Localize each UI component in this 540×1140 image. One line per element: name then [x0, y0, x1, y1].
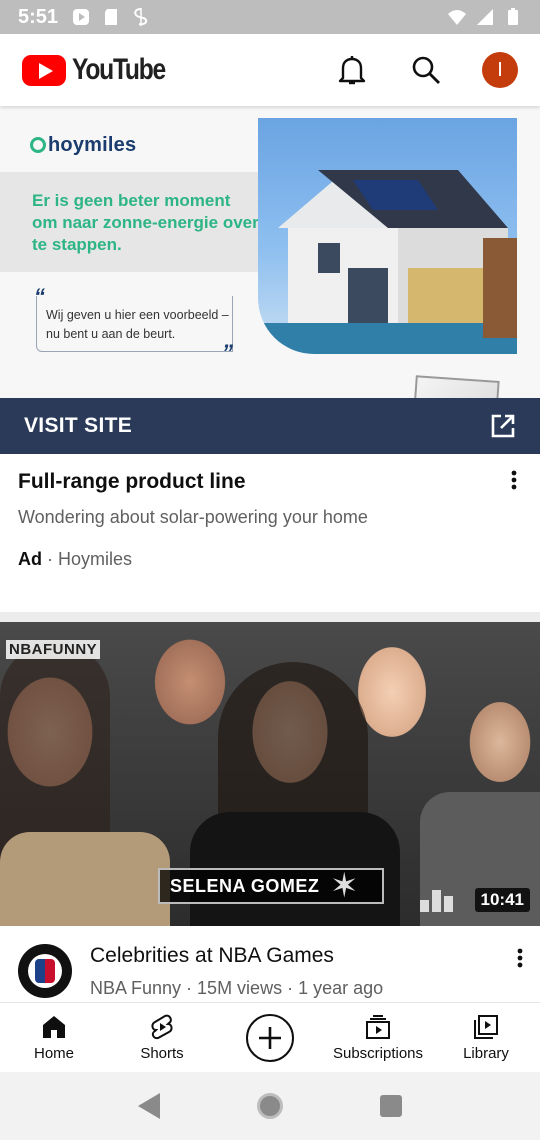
ad-meta: Ad · Hoymiles: [18, 549, 132, 570]
nav-shorts[interactable]: Shorts: [108, 1003, 216, 1072]
sd-card-icon: [105, 9, 118, 25]
nav-subscriptions[interactable]: Subscriptions: [324, 1003, 432, 1072]
nav-library[interactable]: Library: [432, 1003, 540, 1072]
more-vert-icon: [511, 470, 517, 490]
screen: 5:51 YouTube I hoymiles Er is geen beter…: [0, 0, 540, 1140]
stats-icon: [420, 884, 454, 912]
status-time: 5:51: [18, 5, 59, 28]
ad-info[interactable]: Full-range product line Wondering about …: [0, 454, 540, 614]
nav-home[interactable]: Home: [0, 1003, 108, 1072]
home-button-icon[interactable]: [256, 1093, 283, 1119]
play-store-icon: [73, 9, 90, 25]
battery-icon: [508, 8, 518, 25]
nav-subscriptions-label: Subscriptions: [332, 1045, 424, 1062]
system-nav-bar: [0, 1072, 540, 1140]
nav-library-label: Library: [463, 1045, 509, 1062]
ad-brand-logo: hoymiles: [30, 134, 136, 157]
nav-create[interactable]: [216, 1003, 324, 1072]
back-icon[interactable]: [138, 1093, 161, 1119]
plus-icon: [259, 1026, 281, 1049]
spurs-star-icon: ✶: [330, 867, 359, 905]
wifi-icon: [448, 10, 466, 25]
ad-title: Full-range product line: [18, 470, 246, 493]
video-meta: NBA Funny · 15M views · 1 year ago: [90, 978, 384, 998]
ad-brand-text: hoymiles: [48, 134, 137, 156]
search-icon: [412, 56, 440, 84]
notification-icons: [72, 8, 150, 26]
video-more-button[interactable]: [508, 946, 532, 970]
nba-logo-icon: [28, 954, 62, 988]
ad-meta-separator: ·: [42, 549, 58, 569]
ad-more-button[interactable]: [502, 468, 526, 492]
feed-divider: [0, 612, 540, 622]
recents-icon[interactable]: [379, 1095, 402, 1117]
ad-badge: Ad: [18, 549, 42, 569]
channel-watermark: NBAFUNNY: [6, 640, 101, 659]
nav-home-label: Home: [33, 1045, 74, 1062]
youtube-logo[interactable]: YouTube: [22, 53, 185, 87]
video-duration: 10:41: [474, 888, 530, 912]
ad-advertiser: Hoymiles: [58, 549, 133, 569]
home-icon: [43, 1016, 65, 1038]
system-status-icons: [448, 8, 522, 26]
youtube-play-icon: [22, 54, 66, 86]
house-illustration: [258, 170, 517, 354]
ad-quote: Wij geven u hier een voorbeeld – nu bent…: [46, 308, 229, 341]
ad-description: Wondering about solar-powering your home: [18, 507, 368, 527]
bottom-nav: Home Shorts Subscriptions Library: [0, 1002, 540, 1072]
header-actions: I: [334, 52, 518, 88]
app-header: YouTube I: [0, 34, 540, 106]
video-info[interactable]: Celebrities at NBA Games NBA Funny · 15M…: [0, 926, 540, 1002]
ad-banner-image[interactable]: hoymiles Er is geen beter moment om naar…: [0, 106, 540, 398]
youtube-logo-text: YouTube: [72, 53, 166, 86]
channel-avatar[interactable]: [18, 944, 72, 998]
library-icon: [474, 1015, 498, 1039]
account-avatar[interactable]: I: [482, 52, 518, 88]
notifications-button[interactable]: [334, 52, 370, 88]
visit-site-label: VISIT SITE: [24, 414, 133, 437]
ad-headline: Er is geen beter moment om naar zonne-en…: [32, 191, 259, 254]
hoymiles-logo-icon: [30, 137, 46, 153]
more-vert-icon: [517, 948, 523, 968]
create-button[interactable]: [246, 1013, 294, 1062]
shorts-icon: [151, 1014, 173, 1040]
house-solar-image: [258, 118, 517, 354]
thumbnail-figure-coat: [0, 832, 170, 926]
close-quote-icon: ”: [222, 340, 233, 365]
video-thumbnail[interactable]: NBAFUNNY SELENA GOMEZ ✶ 10:41: [0, 622, 540, 926]
visit-site-button[interactable]: VISIT SITE: [0, 398, 540, 454]
bell-icon: [338, 56, 366, 85]
video-title: Celebrities at NBA Games: [90, 944, 334, 967]
vpn-icon: [134, 8, 148, 26]
search-button[interactable]: [408, 52, 444, 88]
signal-icon: [477, 9, 493, 25]
micro-inverter-image: [408, 375, 500, 398]
nav-shorts-label: Shorts: [140, 1045, 184, 1062]
subscriptions-icon: [366, 1015, 390, 1039]
external-link-icon: [491, 414, 515, 438]
status-bar: 5:51: [0, 0, 540, 34]
